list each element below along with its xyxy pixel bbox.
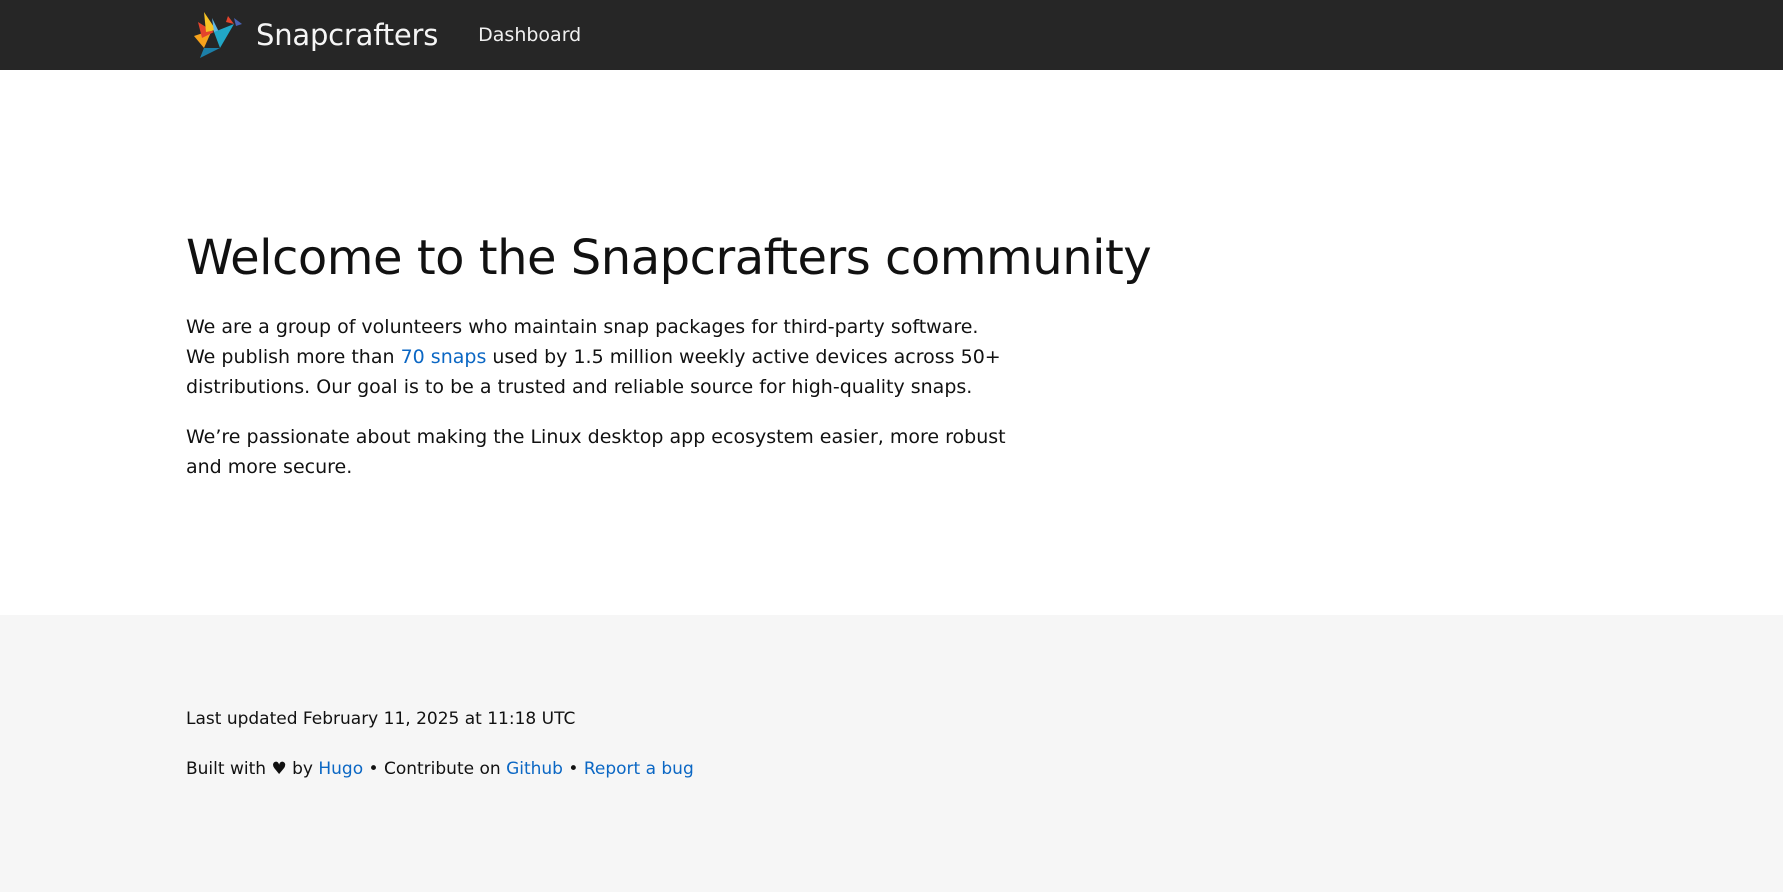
brand-title-link[interactable]: Snapcrafters: [256, 18, 438, 52]
page-footer: Last updated February 11, 2025 at 11:18 …: [0, 615, 1783, 892]
github-link[interactable]: Github: [506, 759, 563, 779]
hugo-link[interactable]: Hugo: [318, 759, 363, 779]
snaps-count-link[interactable]: 70 snaps: [401, 346, 487, 368]
report-bug-link[interactable]: Report a bug: [584, 759, 694, 779]
main-content: Welcome to the Snapcrafters community We…: [0, 70, 1783, 615]
separator-dot: •: [568, 759, 579, 779]
intro-paragraph: We are a group of volunteers who maintai…: [186, 312, 1006, 402]
snapcrafters-logo-icon[interactable]: [190, 8, 248, 62]
top-navigation-bar: Snapcrafters Dashboard: [0, 0, 1783, 70]
heart-icon: ♥: [271, 759, 287, 779]
footer-credits: Built with ♥ by Hugo • Contribute on Git…: [186, 759, 1783, 779]
contribute-text: Contribute on: [383, 759, 501, 779]
built-with-text: Built with: [186, 759, 267, 779]
nav-dashboard-link[interactable]: Dashboard: [478, 24, 581, 46]
by-text: by: [292, 759, 313, 779]
separator-dot: •: [368, 759, 379, 779]
mission-paragraph: We’re passionate about making the Linux …: [186, 426, 1006, 478]
page-title: Welcome to the Snapcrafters community: [186, 230, 1152, 286]
last-updated-text: Last updated February 11, 2025 at 11:18 …: [186, 709, 576, 729]
